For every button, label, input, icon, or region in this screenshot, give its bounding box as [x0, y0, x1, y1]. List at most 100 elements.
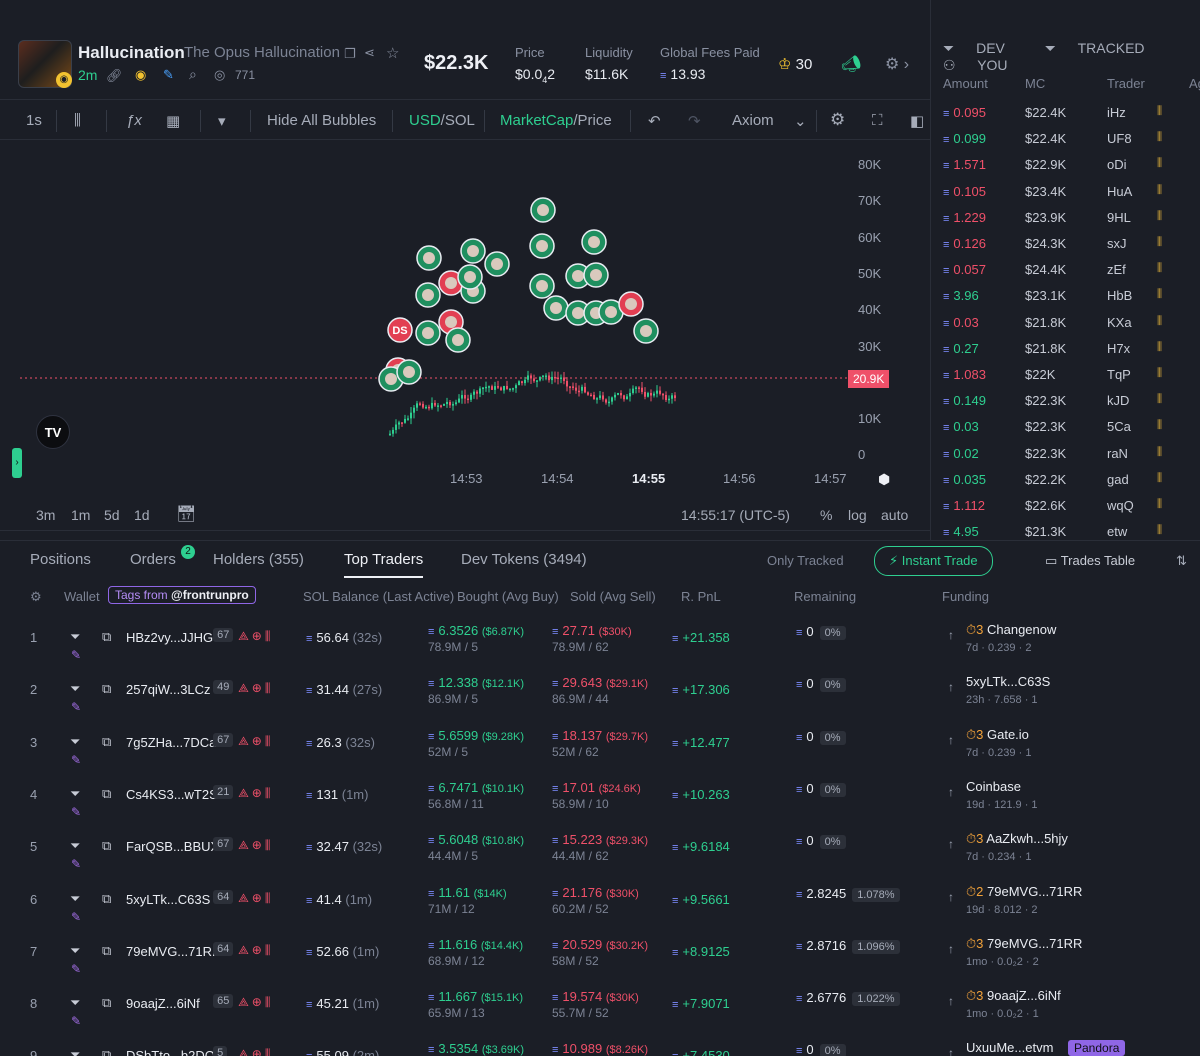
edit-note-icon[interactable]: ✎: [71, 753, 81, 767]
timeframe-1m[interactable]: 1m: [71, 507, 90, 523]
amount-header[interactable]: Amount: [943, 76, 988, 91]
search-icon[interactable]: ⌕: [189, 66, 197, 83]
indicators-icon[interactable]: ƒx: [126, 112, 142, 129]
provider-select[interactable]: Axiom: [732, 112, 774, 129]
currency-toggle[interactable]: USD/SOL: [409, 112, 475, 129]
trade-trader[interactable]: gad: [1107, 472, 1129, 487]
tab-dev-tokens[interactable]: Dev Tokens (3494): [461, 551, 587, 568]
instant-trade-button[interactable]: ⚡︎ Instant Trade: [874, 546, 993, 576]
wallet-address[interactable]: 5xyLTk...C63S: [126, 892, 210, 907]
wallet-address[interactable]: 257qiW...3LCz: [126, 682, 211, 697]
chart-canvas[interactable]: DS: [0, 140, 930, 500]
trade-trader[interactable]: zEf: [1107, 262, 1126, 277]
trader-row[interactable]: 1 ⏷ ⧉ HBz2vy...JJHG 67 ⟁⊕⫼ ✎ ≡ 56.64 (32s) ≡ 6.352…: [0, 622, 1200, 674]
share-icon[interactable]: ⋖: [364, 45, 375, 61]
link-icon[interactable]: 🔗︎: [106, 68, 123, 84]
filter-icon[interactable]: ⏷: [70, 786, 80, 802]
wallet-address[interactable]: HBz2vy...JJHG: [126, 630, 213, 645]
tab-top-traders[interactable]: Top Traders: [344, 551, 424, 578]
edit-note-icon[interactable]: ✎: [71, 1014, 81, 1028]
tradingview-logo-icon[interactable]: TV: [36, 415, 70, 449]
trader-row[interactable]: 3 ⏷ ⧉ 7g5ZHa...7DCa 67 ⟁⊕⫼ ✎ ≡ 26.3 (32s) ≡ 5.6599…: [0, 727, 1200, 779]
mcap-price-toggle[interactable]: MarketCap/Price: [500, 112, 612, 129]
filter-icon[interactable]: ⏷: [70, 734, 80, 750]
wallet-address[interactable]: Cs4KS3...wT2S: [126, 787, 218, 802]
external-link-icon[interactable]: ⧉: [102, 1047, 111, 1056]
only-tracked-toggle[interactable]: Only Tracked: [767, 553, 844, 568]
trade-row[interactable]: ≡ 0.105 $23.4K HuA ⫼: [931, 179, 1200, 205]
trade-trader[interactable]: TqP: [1107, 367, 1131, 382]
copy-icon[interactable]: ❐: [344, 46, 356, 62]
hide-bubbles-button[interactable]: Hide All Bubbles: [267, 112, 376, 129]
tab-tracked[interactable]: ⏷ TRACKED: [1045, 40, 1163, 56]
trade-trader[interactable]: oDi: [1107, 157, 1127, 172]
trade-trader[interactable]: sxJ: [1107, 236, 1127, 251]
sort-icon[interactable]: ⇅: [1176, 553, 1187, 569]
interval-select[interactable]: 1s: [26, 112, 42, 129]
trade-trader[interactable]: HbB: [1107, 288, 1132, 303]
wallet-address[interactable]: 9oaajZ...6iNf: [126, 996, 200, 1011]
trader-row[interactable]: 5 ⏷ ⧉ FarQSB...BBUX 67 ⟁⊕⫼ ✎ ≡ 32.47 (32s) ≡ 5.604…: [0, 831, 1200, 883]
trade-row[interactable]: ≡ 0.02 $22.3K raN ⫼: [931, 441, 1200, 467]
trade-trader[interactable]: iHz: [1107, 105, 1126, 120]
trader-row[interactable]: 9⏷⧉DSbTto...b2DQ5⟁⊕⫼✎≡55.09 (2m)≡3.5354 …: [0, 1040, 1200, 1056]
filter-icon[interactable]: ⏷: [70, 943, 80, 959]
trade-row[interactable]: ≡ 3.96 $23.1K HbB ⫼: [931, 283, 1200, 309]
wallet-address[interactable]: DSbTto...b2DQ: [126, 1048, 215, 1056]
column-settings-icon[interactable]: ⚙: [30, 589, 42, 605]
edit-note-icon[interactable]: ✎: [71, 962, 81, 976]
trade-row[interactable]: ≡ 0.126 $24.3K sxJ ⫼: [931, 231, 1200, 257]
trade-row[interactable]: ≡ 1.229 $23.9K 9HL ⫼: [931, 205, 1200, 231]
trade-row[interactable]: ≡ 0.095 $22.4K iHz ⫼: [931, 100, 1200, 126]
edit-note-icon[interactable]: ✎: [71, 857, 81, 871]
trade-row[interactable]: ≡ 0.149 $22.3K kJD ⫼: [931, 388, 1200, 414]
trader-row[interactable]: 8 ⏷ ⧉ 9oaajZ...6iNf 65 ⟁⊕⫼ ✎ ≡ 45.21 (1m) ≡ 11.667…: [0, 988, 1200, 1040]
chart-settings-icon[interactable]: ⚙: [830, 110, 845, 130]
trade-row[interactable]: ≡ 0.03 $21.8K KXa ⫼: [931, 310, 1200, 336]
hexagon-icon[interactable]: ⬢: [878, 471, 890, 488]
external-link-icon[interactable]: ⧉: [102, 943, 111, 959]
undo-icon[interactable]: ↶: [648, 112, 661, 130]
megaphone-icon[interactable]: 📣︎: [841, 54, 861, 74]
timeframe-3m[interactable]: 3m: [36, 507, 55, 523]
fullscreen-icon[interactable]: ⛶: [872, 112, 883, 129]
tags-from-badge[interactable]: Tags from @frontrunpro: [108, 586, 256, 604]
trade-row[interactable]: ≡ 1.571 $22.9K oDi ⫼: [931, 152, 1200, 178]
trade-trader[interactable]: UF8: [1107, 131, 1132, 146]
redo-icon[interactable]: ↷: [688, 112, 701, 130]
provider-chevron-icon[interactable]: ⌄: [794, 112, 807, 130]
filter-icon[interactable]: ⏷: [70, 681, 80, 697]
trade-trader[interactable]: kJD: [1107, 393, 1129, 408]
percent-toggle[interactable]: %: [820, 507, 832, 523]
trade-trader[interactable]: 5Ca: [1107, 419, 1131, 434]
edit-note-icon[interactable]: ✎: [71, 700, 81, 714]
dropdown-icon[interactable]: ▾: [218, 112, 226, 130]
trade-trader[interactable]: 9HL: [1107, 210, 1131, 225]
trade-row[interactable]: ≡ 0.03 $22.3K 5Ca ⫼: [931, 414, 1200, 440]
trader-row[interactable]: 4 ⏷ ⧉ Cs4KS3...wT2S 21 ⟁⊕⫼ ✎ ≡ 131 (1m) ≡ 6.7471 (…: [0, 779, 1200, 831]
tab-positions[interactable]: Positions: [30, 551, 91, 568]
filter-icon[interactable]: ⏷: [70, 838, 80, 854]
trade-trader[interactable]: H7x: [1107, 341, 1130, 356]
wallet-address[interactable]: 79eMVG...71RR: [126, 944, 221, 959]
camera-icon[interactable]: ◧: [910, 112, 924, 130]
trade-row[interactable]: ≡ 0.099 $22.4K UF8 ⫼: [931, 126, 1200, 152]
external-link-icon[interactable]: ⧉: [102, 891, 111, 907]
expand-handle[interactable]: ›: [12, 448, 22, 478]
feather-icon[interactable]: ✎: [163, 67, 174, 83]
wallet-address[interactable]: FarQSB...BBUX: [126, 839, 219, 854]
pandora-tag[interactable]: Pandora: [1068, 1040, 1126, 1056]
trade-row[interactable]: ≡ 0.27 $21.8K H7x ⫼: [931, 336, 1200, 362]
calendar-icon[interactable]: 📅︎: [176, 504, 196, 524]
filter-icon[interactable]: ⏷: [70, 629, 80, 645]
trade-trader[interactable]: wqQ: [1107, 498, 1134, 513]
settings-gear-icon[interactable]: ⚙ ›: [885, 54, 909, 74]
candles-icon[interactable]: ⫼: [74, 112, 81, 129]
tab-dev[interactable]: ⏷ DEV: [943, 40, 1023, 56]
trades-table-toggle[interactable]: ▭ Trades Table: [1045, 553, 1135, 569]
trader-row[interactable]: 2 ⏷ ⧉ 257qiW...3LCz 49 ⟁⊕⫼ ✎ ≡ 31.44 (27s) ≡ 12.33…: [0, 674, 1200, 726]
trade-row[interactable]: ≡ 0.035 $22.2K gad ⫼: [931, 467, 1200, 493]
tab-holders[interactable]: Holders (355): [213, 551, 304, 568]
filter-icon[interactable]: ⏷: [70, 1047, 80, 1056]
external-link-icon[interactable]: ⧉: [102, 786, 111, 802]
